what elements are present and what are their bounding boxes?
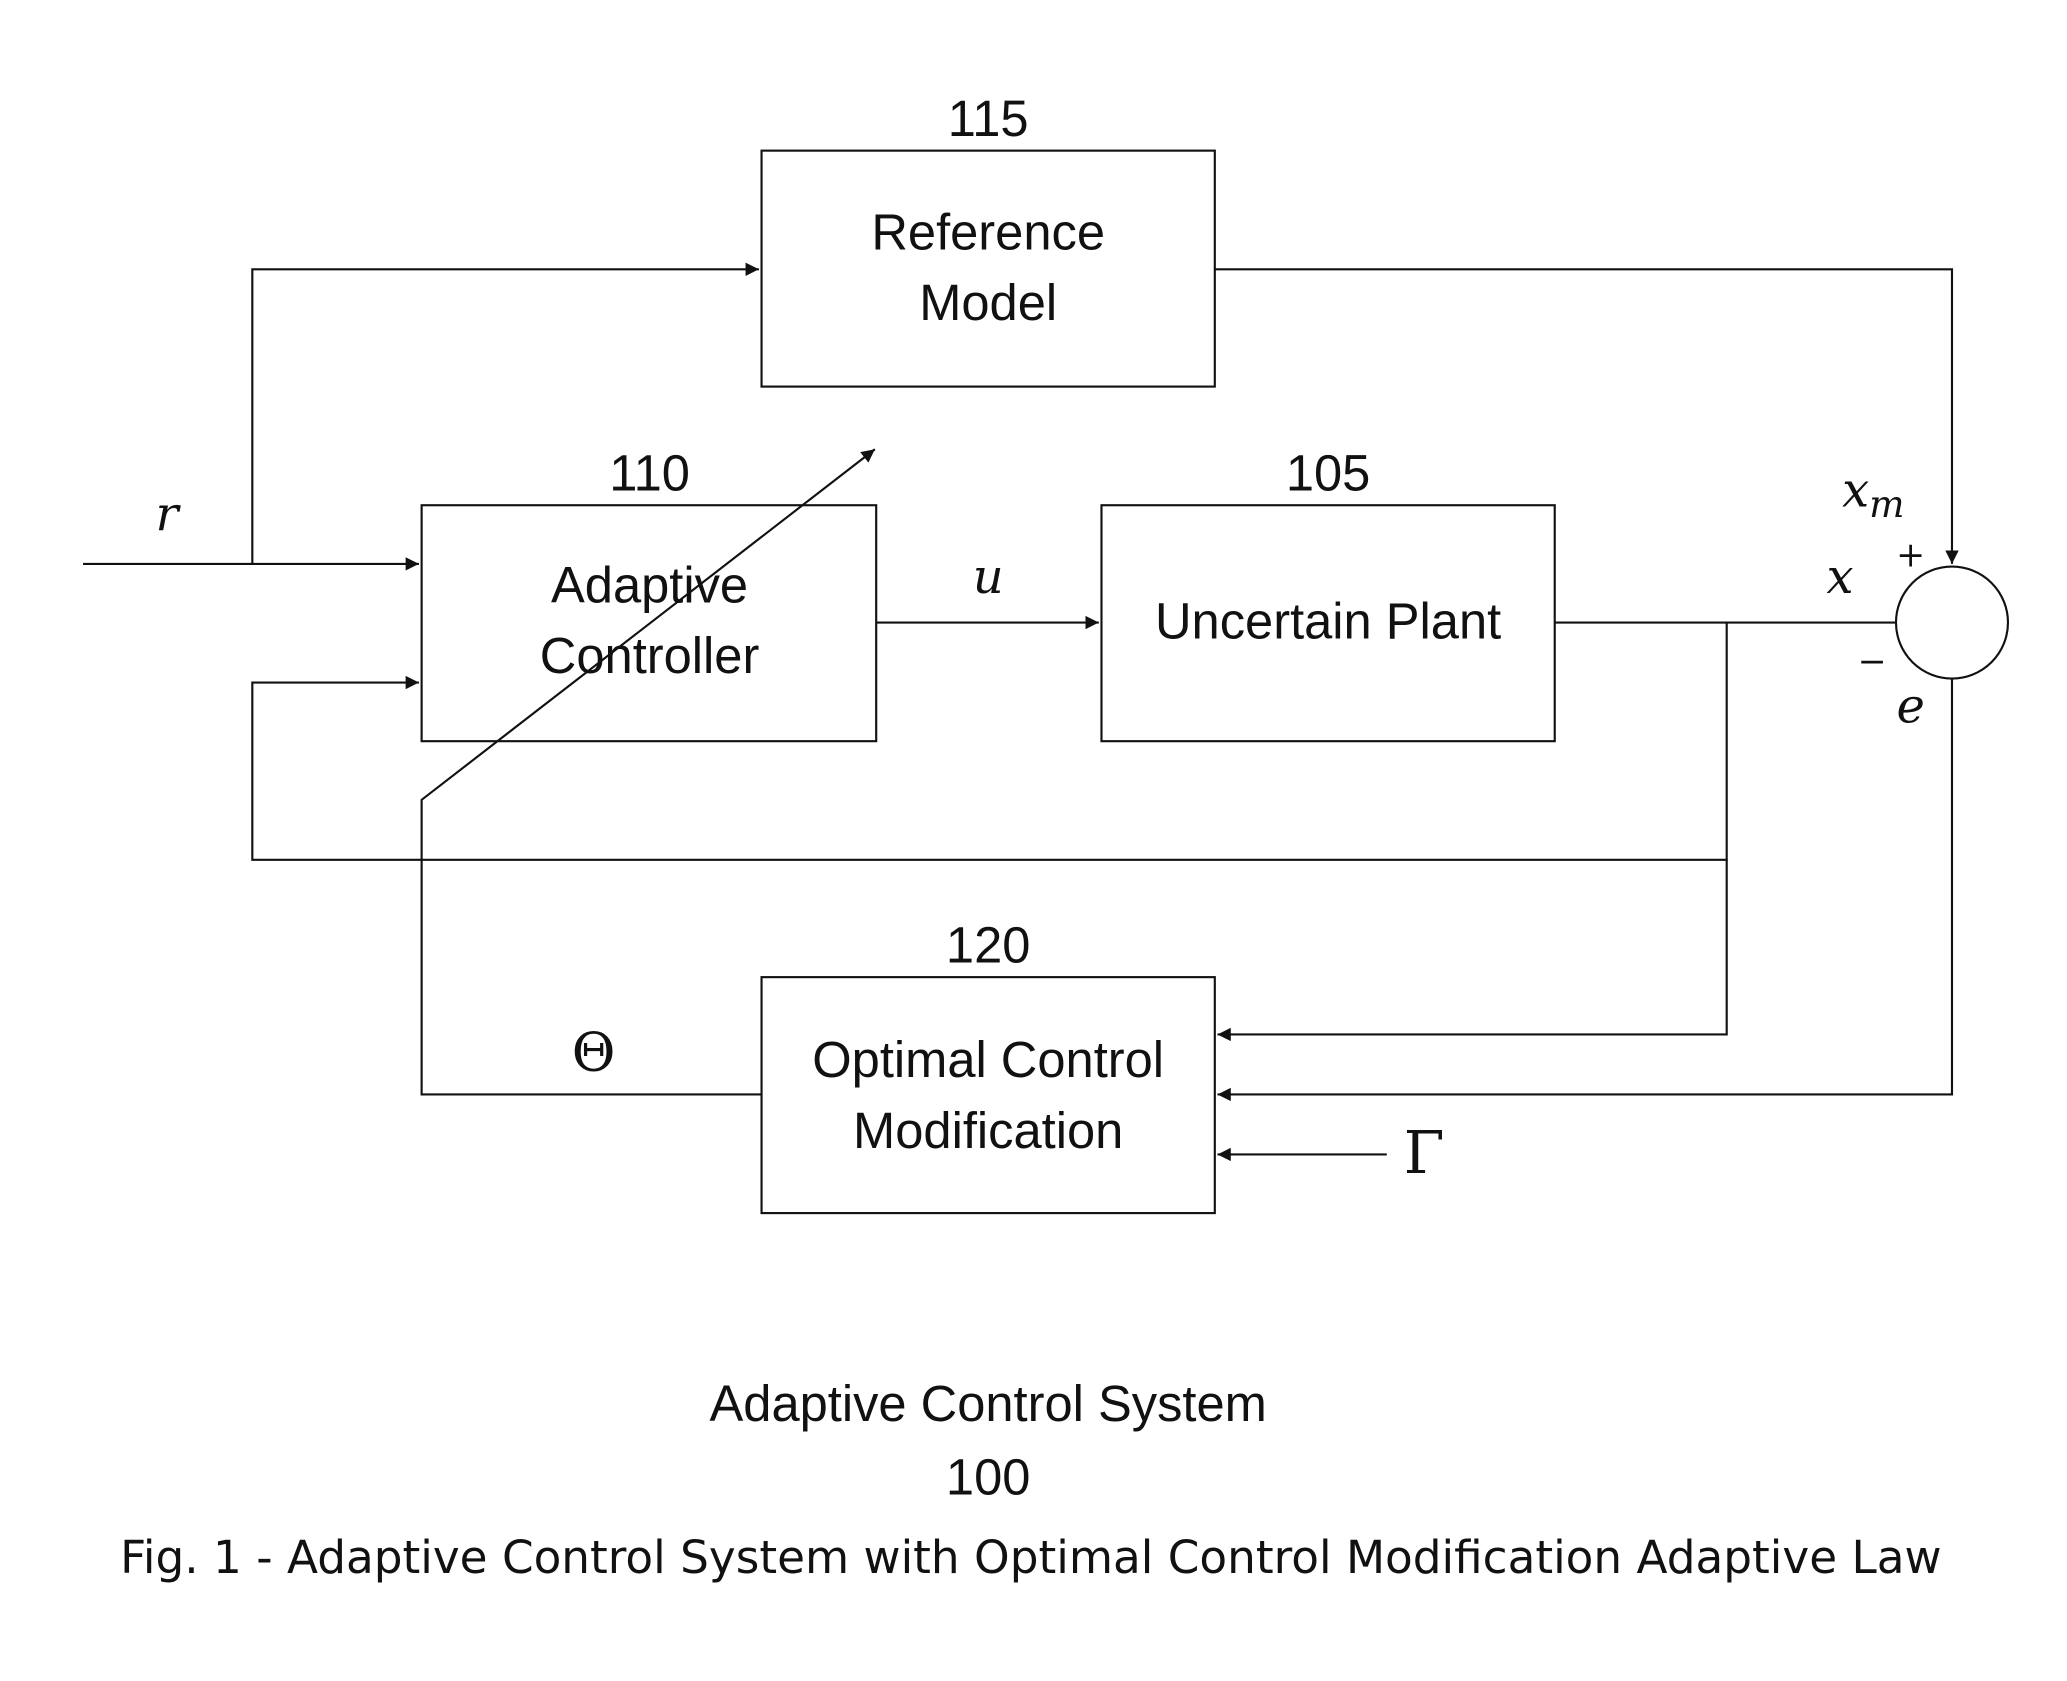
adaptive-controller-number: 110 (609, 445, 690, 502)
minus-sign: − (1857, 642, 1886, 682)
uncertain-plant-block: 105 Uncertain Plant (1100, 445, 1556, 743)
ocm-number: 120 (946, 916, 1030, 973)
x-to-ocm-wire (1217, 859, 1728, 1042)
x-label: x (1826, 549, 1853, 605)
reference-model-number: 115 (948, 90, 1029, 147)
u-label: u (973, 549, 1004, 605)
xm-label-base: x (1842, 463, 1869, 519)
reference-model-box (760, 149, 1216, 388)
optimal-control-modification-block: 120 Optimal Control Modification (760, 916, 1216, 1215)
summing-junction-circle (1894, 565, 2010, 680)
block-diagram: 115 Reference Model 110 Adaptive Control… (83, 90, 2010, 1584)
reference-model-label-line1: Reference (871, 203, 1105, 260)
gamma-label: Γ (1404, 1119, 1445, 1187)
adaptive-controller-label-line2: Controller (540, 627, 760, 684)
theta-label: Θ (572, 1021, 616, 1083)
summing-junction: + − (1857, 536, 2010, 682)
uncertain-plant-number: 105 (1286, 445, 1370, 502)
e-label: e (1896, 679, 1924, 735)
ocm-label-line2: Modification (853, 1102, 1123, 1159)
system-title: Adaptive Control System (710, 1375, 1267, 1432)
system-number: 100 (946, 1448, 1030, 1505)
reference-model-block: 115 Reference Model (760, 90, 1216, 388)
xm-label: xm (1842, 463, 1904, 527)
ocm-label-line1: Optimal Control (812, 1031, 1164, 1088)
ocm-box (760, 976, 1216, 1215)
xm-label-subscript: m (1869, 482, 1904, 526)
r-label: r (156, 487, 182, 543)
plus-sign: + (1896, 536, 1925, 576)
adaptive-controller-label-line1: Adaptive (551, 557, 748, 614)
adaptive-controller-block: 110 Adaptive Controller (420, 445, 878, 743)
uncertain-plant-label: Uncertain Plant (1155, 593, 1501, 650)
reference-model-label-line2: Model (919, 274, 1057, 331)
figure-caption: Fig. 1 - Adaptive Control System with Op… (120, 1531, 1941, 1584)
